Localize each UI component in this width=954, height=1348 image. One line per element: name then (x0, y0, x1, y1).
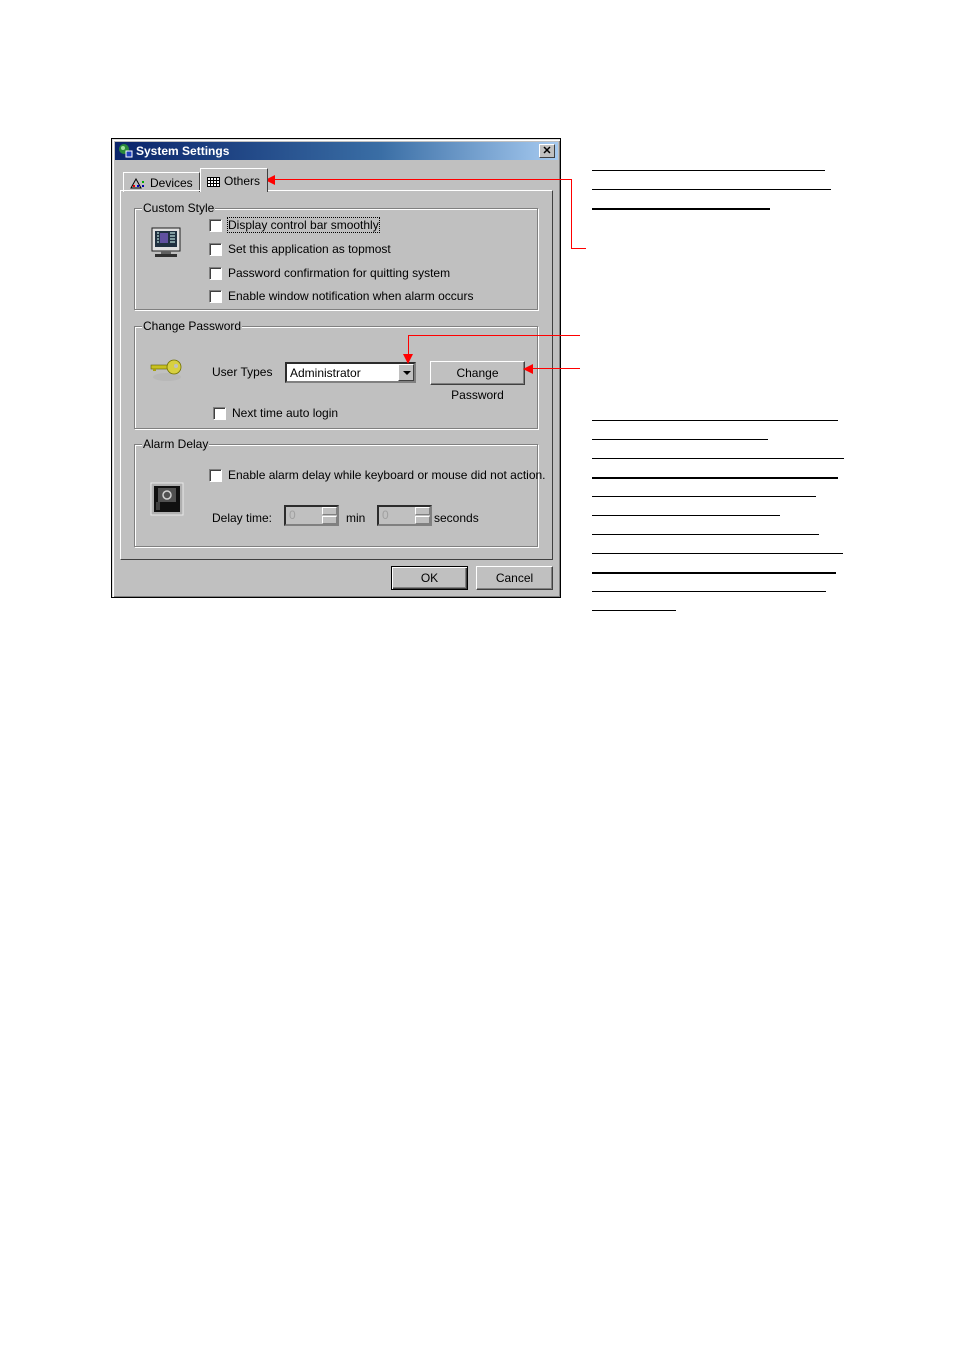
change-password-button[interactable]: Change Password (430, 361, 525, 402)
option-label: Display control bar smoothly (227, 217, 380, 233)
option-label: Password confirmation for quitting syste… (228, 266, 451, 280)
custom-style-label: Custom Style (142, 201, 216, 215)
option-label: Next time auto login (232, 406, 339, 420)
system-settings-dialog: System Settings ✕ Devices Others Custom … (111, 138, 561, 598)
devices-icon (130, 178, 144, 189)
option-auto-login[interactable]: Next time auto login (213, 406, 338, 420)
option-label: Set this application as topmost (228, 242, 391, 256)
alarm-icon (150, 482, 184, 516)
title-bar[interactable]: System Settings ✕ (115, 142, 558, 160)
tab-others[interactable]: Others (200, 168, 268, 192)
user-types-label: User Types (212, 365, 273, 379)
cancel-button[interactable]: Cancel (476, 566, 553, 590)
min-unit-label: min (346, 511, 366, 525)
tab-devices[interactable]: Devices (123, 172, 200, 192)
user-types-value: Administrator (290, 366, 361, 380)
change-password-group: Change Password User Types Administrator… (134, 319, 538, 429)
note-underline (592, 458, 844, 459)
checkbox-password-confirmation[interactable] (209, 266, 222, 280)
checkbox-auto-login[interactable] (213, 406, 226, 420)
app-globe-icon (119, 144, 133, 158)
checkbox-display-smoothly[interactable] (209, 218, 222, 232)
annotation-line (571, 179, 572, 249)
checkbox-enable-alarm-delay[interactable] (209, 468, 222, 482)
note-underline (592, 534, 819, 535)
delay-minutes-spinner[interactable]: 0 (284, 505, 339, 526)
note-underline (592, 591, 826, 592)
close-icon: ✕ (542, 145, 552, 157)
note-underline (592, 553, 843, 554)
note-underline (592, 189, 831, 190)
note-underline (592, 572, 836, 574)
annotation-line (533, 368, 580, 369)
annotation-line (408, 335, 580, 336)
option-enable-alarm-delay[interactable]: Enable alarm delay while keyboard or mou… (209, 468, 546, 482)
delay-minutes-value: 0 (289, 508, 296, 522)
note-underline (592, 208, 770, 210)
arrow-head-icon (523, 364, 533, 374)
option-topmost[interactable]: Set this application as topmost (209, 242, 391, 256)
window-title: System Settings (136, 144, 230, 158)
annotation-line (275, 179, 572, 180)
option-password-confirmation[interactable]: Password confirmation for quitting syste… (209, 266, 450, 280)
note-underline (592, 439, 768, 440)
spin-up-icon[interactable] (322, 507, 337, 515)
checkbox-window-notification[interactable] (209, 289, 222, 303)
alarm-delay-label: Alarm Delay (142, 437, 210, 451)
delay-seconds-value: 0 (382, 508, 389, 522)
change-password-label: Change Password (142, 319, 243, 333)
note-underline (592, 496, 816, 497)
ok-button[interactable]: OK (391, 566, 468, 590)
monitor-icon (151, 227, 181, 257)
seconds-unit-label: seconds (434, 511, 479, 525)
arrow-head-icon (403, 354, 413, 364)
option-display-smoothly[interactable]: Display control bar smoothly (209, 217, 380, 233)
delay-time-label: Delay time: (212, 511, 273, 525)
tab-others-label: Others (224, 174, 261, 188)
alarm-delay-group: Alarm Delay Enable alarm delay while key… (134, 437, 546, 547)
note-underline (592, 610, 676, 611)
note-underline (592, 477, 838, 479)
tab-panel-others: Custom Style Display control bar smoothl… (120, 190, 553, 560)
spin-down-icon[interactable] (415, 516, 430, 524)
option-label: Enable alarm delay while keyboard or mou… (228, 468, 546, 482)
key-icon (150, 359, 182, 381)
spin-up-icon[interactable] (415, 507, 430, 515)
option-window-notification[interactable]: Enable window notification when alarm oc… (209, 289, 473, 303)
delay-seconds-spinner[interactable]: 0 (377, 505, 432, 526)
close-button[interactable]: ✕ (539, 144, 555, 158)
note-underline (592, 420, 838, 421)
checkbox-topmost[interactable] (209, 242, 222, 256)
chevron-down-icon[interactable] (398, 364, 414, 381)
grid-icon (207, 176, 220, 187)
note-underline (592, 515, 780, 516)
tab-devices-label: Devices (150, 176, 193, 190)
option-label: Enable window notification when alarm oc… (228, 289, 474, 303)
spin-down-icon[interactable] (322, 516, 337, 524)
note-underline (592, 170, 825, 171)
user-types-dropdown[interactable]: Administrator (285, 362, 416, 383)
annotation-line (571, 248, 586, 249)
custom-style-group: Custom Style Display control bar smoothl… (134, 201, 538, 310)
